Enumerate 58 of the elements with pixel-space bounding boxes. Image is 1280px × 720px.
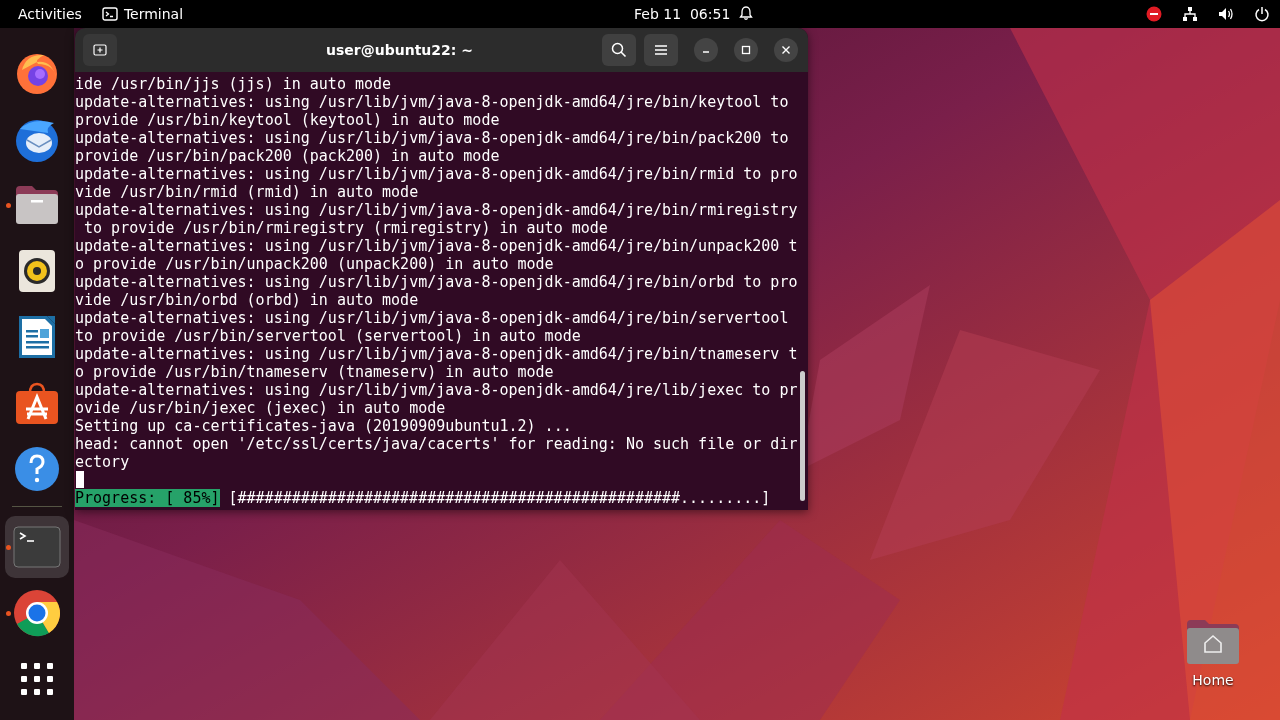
- shopping-bag-icon: [14, 381, 60, 425]
- terminal-icon: [13, 526, 61, 568]
- terminal-line: update-alternatives: using /usr/lib/jvm/java-8-openjdk-amd64/jre/bin/unpack200 t: [75, 237, 799, 255]
- document-icon: [17, 314, 57, 360]
- text-cursor: [76, 471, 84, 488]
- terminal-line: update-alternatives: using /usr/lib/jvm/java-8-openjdk-amd64/jre/bin/keytool to: [75, 93, 790, 111]
- terminal-line: vide /usr/bin/orbd (orbd) in auto mode: [75, 291, 420, 309]
- scrollbar[interactable]: [800, 371, 805, 501]
- progress-label: Progress: [ 85%]: [75, 489, 220, 507]
- terminal-line: ide /usr/bin/jjs (jjs) in auto mode: [75, 75, 393, 93]
- terminal-line: update-alternatives: using /usr/lib/jvm/java-8-openjdk-amd64/jre/bin/pack200 to: [75, 129, 790, 147]
- new-tab-button[interactable]: [83, 34, 117, 66]
- new-tab-icon: [93, 43, 107, 57]
- menu-button[interactable]: [644, 34, 678, 66]
- terminal-line: to provide /usr/bin/rmiregistry (rmiregistry) in auto mode: [83, 219, 609, 237]
- window-title: user@ubuntu22: ~: [325, 42, 474, 58]
- search-icon: [611, 42, 627, 58]
- terminal-line: update-alternatives: using /usr/lib/jvm/java-8-openjdk-amd64/jre/bin/rmid to pro: [75, 165, 799, 183]
- terminal-line: update-alternatives: using /usr/lib/jvm/java-8-openjdk-amd64/jre/bin/tnameserv t: [75, 345, 799, 363]
- clock[interactable]: Feb 11 06:51: [634, 6, 731, 22]
- volume-icon[interactable]: [1218, 6, 1234, 22]
- search-button[interactable]: [602, 34, 636, 66]
- activities-button[interactable]: Activities: [18, 6, 82, 22]
- terminal-line: to provide /usr/bin/servertool (servertool) in auto mode: [75, 327, 582, 345]
- speaker-icon: [18, 249, 56, 293]
- terminal-line: provide /usr/bin/keytool (keytool) in auto mode: [75, 111, 501, 129]
- menu-icon: [654, 44, 668, 56]
- minimize-button[interactable]: [694, 38, 718, 62]
- terminal-line: Setting up ca-certificates-java (20190909ubuntu1.2) ...: [75, 417, 573, 435]
- chrome-icon: [13, 589, 61, 637]
- terminal-line: provide /usr/bin/pack200 (pack200) in auto mode: [75, 147, 501, 165]
- terminal-line: ovide /usr/bin/jexec (jexec) in auto mode: [75, 399, 447, 417]
- terminal-line: head: cannot open '/etc/ssl/certs/java/cacerts' for reading: No such file or dir: [75, 435, 799, 453]
- network-icon[interactable]: [1182, 6, 1198, 22]
- desktop-icon[interactable]: Home: [1180, 618, 1246, 688]
- bell-icon: [738, 5, 754, 21]
- app-menu[interactable]: Terminal: [101, 6, 184, 22]
- terminal-icon: [101, 7, 118, 21]
- do-not-disturb-icon[interactable]: [1146, 6, 1162, 22]
- terminal-line: ectory: [75, 453, 131, 471]
- close-button[interactable]: [774, 38, 798, 62]
- terminal-line: vide /usr/bin/rmid (rmid) in auto mode: [75, 183, 420, 201]
- progress-bar-text: [#################################################.........]: [228, 489, 771, 507]
- terminal-line: update-alternatives: using /usr/lib/jvm/java-8-openjdk-amd64/jre/lib/jexec to pr: [75, 381, 799, 399]
- terminal-line: o provide /usr/bin/tnameserv (tnameserv) in auto mode: [75, 363, 555, 381]
- terminal-line: update-alternatives: using /usr/lib/jvm/java-8-openjdk-amd64/jre/bin/orbd to pro: [75, 273, 799, 291]
- desktop-icon-label: Home: [1192, 672, 1234, 688]
- help-icon: [14, 446, 60, 492]
- terminal-line: o provide /usr/bin/unpack200 (unpack200) in auto mode: [75, 255, 555, 273]
- close-icon: [781, 45, 791, 55]
- home-folder-icon: [1185, 618, 1241, 666]
- folder-icon: [14, 184, 60, 226]
- app-grid-icon: [20, 662, 54, 696]
- power-icon[interactable]: [1254, 6, 1270, 22]
- terminal-line: update-alternatives: using /usr/lib/jvm/java-8-openjdk-amd64/jre/bin/servertool: [75, 309, 790, 327]
- maximize-icon: [741, 45, 751, 55]
- terminal-line: update-alternatives: using /usr/lib/jvm/java-8-openjdk-amd64/jre/bin/rmiregistry: [75, 201, 799, 219]
- maximize-button[interactable]: [734, 38, 758, 62]
